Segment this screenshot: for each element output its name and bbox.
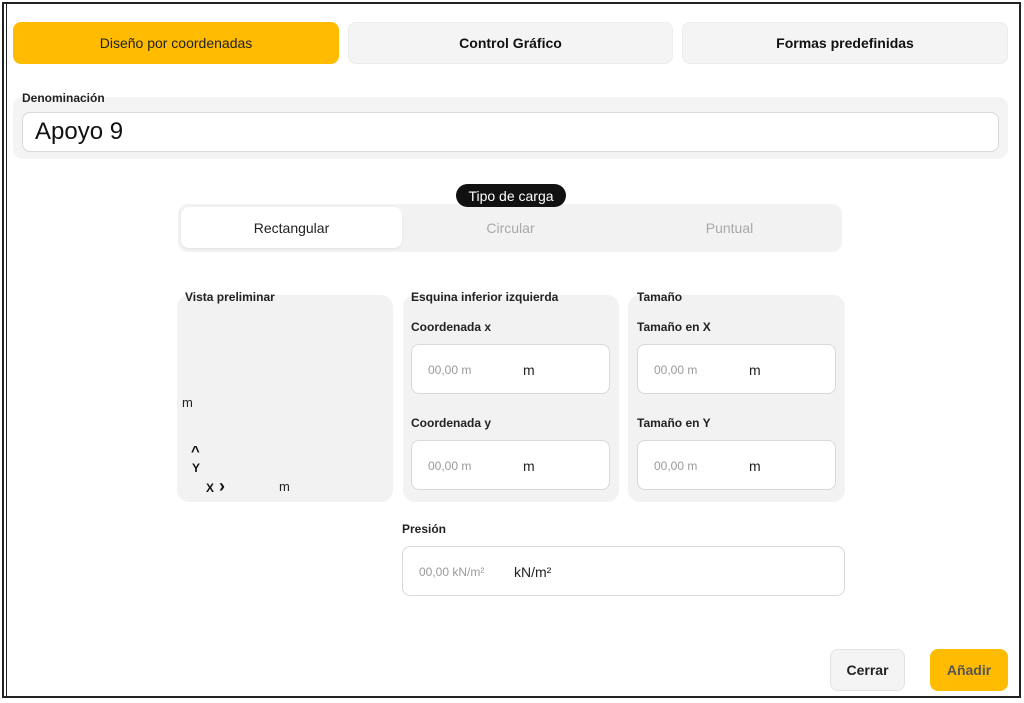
- tamano-y-placeholder: 00,00 m: [654, 459, 698, 473]
- presion-placeholder: 00,00 kN/m²: [419, 565, 485, 579]
- tamano-y-label: Tamaño en Y: [637, 416, 711, 430]
- tab-control-grafico[interactable]: Control Gráfico: [348, 22, 673, 64]
- denominacion-label: Denominación: [22, 91, 105, 105]
- vista-preliminar-panel: [177, 295, 393, 502]
- anadir-button[interactable]: Añadir: [930, 649, 1008, 691]
- frame-edge: [6, 2, 7, 696]
- coordenada-y-unit: m: [523, 458, 535, 474]
- tab-formas-predefinidas[interactable]: Formas predefinidas: [682, 22, 1008, 64]
- presion-label: Presión: [402, 522, 447, 536]
- coordenada-y-label: Coordenada y: [411, 416, 492, 430]
- tab-diseno-por-coordenadas[interactable]: Diseño por coordenadas: [13, 22, 339, 64]
- esquina-title: Esquina inferior izquierda: [411, 290, 559, 304]
- tamano-title: Tamaño: [637, 290, 683, 304]
- tamano-y-unit: m: [749, 458, 761, 474]
- coordenada-y-placeholder: 00,00 m: [428, 459, 472, 473]
- coordenada-x-placeholder: 00,00 m: [428, 363, 472, 377]
- tamano-y-input[interactable]: 00,00 m m: [637, 440, 836, 490]
- up-arrow-icon: ^: [191, 443, 200, 460]
- coordenada-x-unit: m: [523, 362, 535, 378]
- cerrar-button[interactable]: Cerrar: [830, 649, 905, 691]
- y-dimension-unit: m: [182, 395, 193, 410]
- option-puntual[interactable]: Puntual: [619, 207, 840, 248]
- presion-unit: kN/m²: [514, 564, 552, 580]
- tipo-carga-badge: Tipo de carga: [456, 184, 566, 207]
- coordenada-x-input[interactable]: 00,00 m m: [411, 344, 610, 394]
- x-dimension-unit: m: [279, 479, 290, 494]
- x-axis-label: X: [206, 481, 215, 495]
- vista-preliminar-title: Vista preliminar: [185, 290, 275, 304]
- denominacion-input[interactable]: Apoyo 9: [22, 112, 999, 152]
- coordenada-x-label: Coordenada x: [411, 320, 492, 334]
- option-rectangular[interactable]: Rectangular: [181, 207, 402, 248]
- tamano-x-unit: m: [749, 362, 761, 378]
- option-circular[interactable]: Circular: [400, 207, 621, 248]
- tamano-x-input[interactable]: 00,00 m m: [637, 344, 836, 394]
- presion-input[interactable]: 00,00 kN/m² kN/m²: [402, 546, 845, 596]
- tamano-x-placeholder: 00,00 m: [654, 363, 698, 377]
- right-arrow-icon: ›: [219, 476, 225, 496]
- coordenada-y-input[interactable]: 00,00 m m: [411, 440, 610, 490]
- y-axis-label: Y: [192, 461, 201, 475]
- tipo-carga-segmented-control: Rectangular Circular Puntual: [178, 204, 842, 252]
- tamano-x-label: Tamaño en X: [637, 320, 711, 334]
